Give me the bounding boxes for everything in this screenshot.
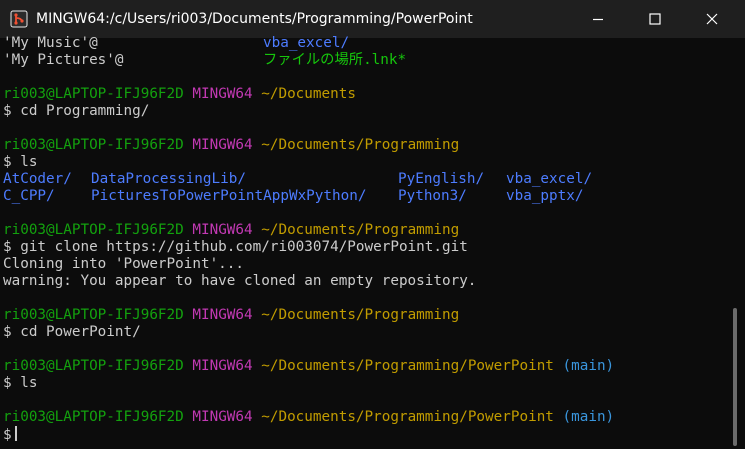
command-line: $ cd PowerPoint/ [3, 324, 141, 340]
dir-entry: Python3/ [398, 188, 467, 204]
git-branch: (main) [562, 409, 615, 425]
dir-entry: C_CPP/ [3, 188, 55, 204]
prompt-line: ri003@LAPTOP-IFJ96F2D MINGW64 ~/Document… [3, 86, 728, 103]
prompt-user-host: ri003@LAPTOP-IFJ96F2D [3, 137, 184, 153]
minimize-icon [593, 18, 603, 21]
prompt-env: MINGW64 [192, 307, 253, 323]
output-line: warning: You appear to have cloned an em… [3, 273, 477, 289]
dir-entry: PyEnglish/ [398, 171, 485, 187]
ls-entry: ファイルの場所.lnk* [263, 52, 407, 68]
terminal-output[interactable]: 'My Music'@ vba_excel/ 'My Pictures'@ ファ… [3, 35, 728, 449]
prompt-env: MINGW64 [192, 409, 253, 425]
prompt-user-host: ri003@LAPTOP-IFJ96F2D [3, 222, 184, 238]
prompt-path: ~/Documents/Programming/PowerPoint [261, 358, 554, 374]
prompt-line: ri003@LAPTOP-IFJ96F2D MINGW64 ~/Document… [3, 307, 728, 324]
output-line: Cloning into 'PowerPoint'... [3, 256, 245, 272]
ls-output-row: AtCoder/ DataProcessingLib/ PyEnglish/ v… [3, 171, 728, 188]
prompt-env: MINGW64 [192, 222, 253, 238]
command-line: $ ls [3, 154, 38, 170]
ls-entry: 'My Music'@ [3, 35, 98, 51]
close-button[interactable] [689, 0, 735, 38]
command-line: $ git clone https://github.com/ri003074/… [3, 239, 468, 255]
title-bar[interactable]: MINGW64:/c/Users/ri003/Documents/Program… [0, 0, 745, 38]
minimize-button[interactable] [575, 0, 621, 38]
prompt-path: ~/Documents [261, 86, 356, 102]
ls-output-row: 'My Music'@ vba_excel/ [3, 35, 728, 52]
prompt-env: MINGW64 [192, 86, 253, 102]
command-line: $ cd Programming/ [3, 103, 150, 119]
terminal-window: MINGW64:/c/Users/ri003/Documents/Program… [0, 0, 745, 449]
prompt-line: ri003@LAPTOP-IFJ96F2D MINGW64 ~/Document… [3, 222, 728, 239]
prompt-user-host: ri003@LAPTOP-IFJ96F2D [3, 307, 184, 323]
prompt-symbol: $ [3, 427, 12, 443]
dir-entry: vba_excel/ [506, 171, 593, 187]
prompt-env: MINGW64 [192, 137, 253, 153]
prompt-line: ri003@LAPTOP-IFJ96F2D MINGW64 ~/Document… [3, 409, 728, 426]
prompt-path: ~/Documents/Programming [261, 137, 460, 153]
window-title: MINGW64:/c/Users/ri003/Documents/Program… [36, 11, 473, 27]
prompt-path: ~/Documents/Programming [261, 307, 460, 323]
prompt-user-host: ri003@LAPTOP-IFJ96F2D [3, 86, 184, 102]
git-bash-icon [10, 10, 28, 28]
prompt-line: ri003@LAPTOP-IFJ96F2D MINGW64 ~/Document… [3, 137, 728, 154]
command-line: $ ls [3, 375, 38, 391]
ls-output-row: C_CPP/ PicturesToPowerPointAppWxPython/ … [3, 188, 728, 205]
dir-entry: PicturesToPowerPointAppWxPython/ [91, 188, 367, 204]
maximize-icon [649, 13, 661, 25]
maximize-button[interactable] [632, 0, 678, 38]
ls-entry: 'My Pictures'@ [3, 52, 124, 68]
close-icon [706, 13, 718, 25]
ls-output-row: 'My Pictures'@ ファイルの場所.lnk* [3, 52, 728, 69]
prompt-user-host: ri003@LAPTOP-IFJ96F2D [3, 358, 184, 374]
input-line[interactable]: $ [3, 426, 728, 443]
scrollbar-thumb[interactable] [733, 308, 737, 446]
prompt-line: ri003@LAPTOP-IFJ96F2D MINGW64 ~/Document… [3, 358, 728, 375]
dir-entry: AtCoder/ [3, 171, 72, 187]
dir-entry: vba_pptx/ [506, 188, 584, 204]
prompt-path: ~/Documents/Programming/PowerPoint [261, 409, 554, 425]
dir-entry: DataProcessingLib/ [91, 171, 246, 187]
prompt-user-host: ri003@LAPTOP-IFJ96F2D [3, 409, 184, 425]
prompt-env: MINGW64 [192, 358, 253, 374]
text-cursor [14, 426, 17, 441]
git-branch: (main) [562, 358, 615, 374]
prompt-path: ~/Documents/Programming [261, 222, 460, 238]
ls-entry: vba_excel/ [263, 35, 350, 51]
